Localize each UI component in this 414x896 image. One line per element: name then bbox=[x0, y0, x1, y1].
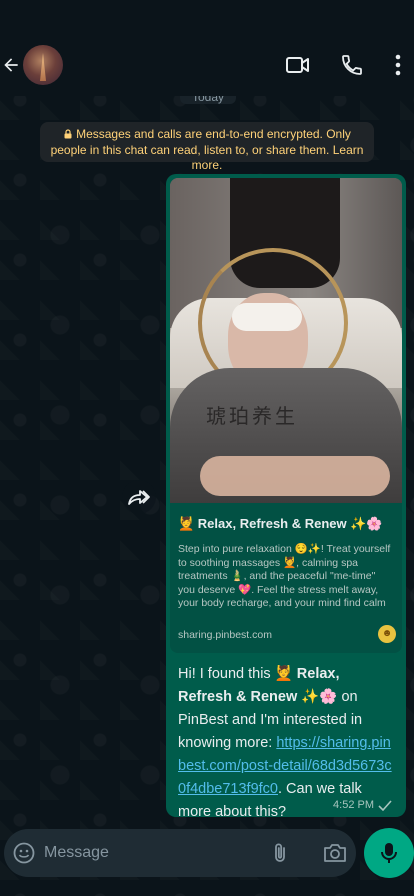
camera-button[interactable] bbox=[322, 841, 348, 865]
arrow-left-icon bbox=[4, 58, 18, 72]
phone-icon bbox=[342, 55, 362, 75]
link-preview-domain: sharing.pinbest.com ☻ bbox=[178, 625, 396, 643]
link-preview-title: 💆 Relax, Refresh & Renew ✨🌸 bbox=[178, 516, 383, 531]
back-button[interactable] bbox=[0, 52, 22, 78]
forward-icon bbox=[128, 490, 150, 505]
chat-header bbox=[0, 0, 414, 96]
video-camera-icon bbox=[286, 57, 309, 73]
message-composer bbox=[4, 829, 356, 877]
attach-button[interactable] bbox=[268, 841, 292, 865]
contact-avatar[interactable] bbox=[23, 45, 63, 85]
blanket-print: 琥珀养生 bbox=[206, 404, 298, 428]
message-time: 4:52 PM bbox=[333, 799, 374, 811]
forward-button[interactable] bbox=[122, 480, 156, 514]
emoji-icon bbox=[13, 842, 35, 864]
more-vert-icon bbox=[395, 54, 401, 76]
camera-icon bbox=[324, 844, 346, 862]
outgoing-message[interactable]: 琥珀养生 💆 Relax, Refresh & Renew ✨🌸 Step in… bbox=[166, 174, 406, 820]
reaction-icon[interactable]: ☻ bbox=[378, 625, 396, 643]
paperclip-icon bbox=[275, 843, 285, 862]
menu-button[interactable] bbox=[388, 52, 408, 78]
microphone-icon bbox=[381, 843, 397, 863]
lock-icon bbox=[64, 129, 72, 139]
encryption-notice[interactable]: Messages and calls are end-to-end encryp… bbox=[40, 122, 374, 172]
voice-call-button[interactable] bbox=[339, 52, 365, 78]
video-call-button[interactable] bbox=[285, 52, 311, 78]
message-meta: 4:52 PM bbox=[333, 799, 392, 811]
link-preview-image[interactable]: 琥珀养生 bbox=[170, 178, 402, 503]
link-preview-description: Step into pure relaxation 😌✨! Treat your… bbox=[178, 543, 391, 611]
emoji-button[interactable] bbox=[12, 841, 36, 865]
tower-image bbox=[40, 53, 46, 81]
message-input[interactable] bbox=[44, 839, 244, 867]
voice-message-button[interactable] bbox=[364, 828, 414, 878]
check-icon bbox=[378, 799, 392, 811]
link-preview-card[interactable]: 琥珀养生 💆 Relax, Refresh & Renew ✨🌸 Step in… bbox=[170, 178, 402, 653]
